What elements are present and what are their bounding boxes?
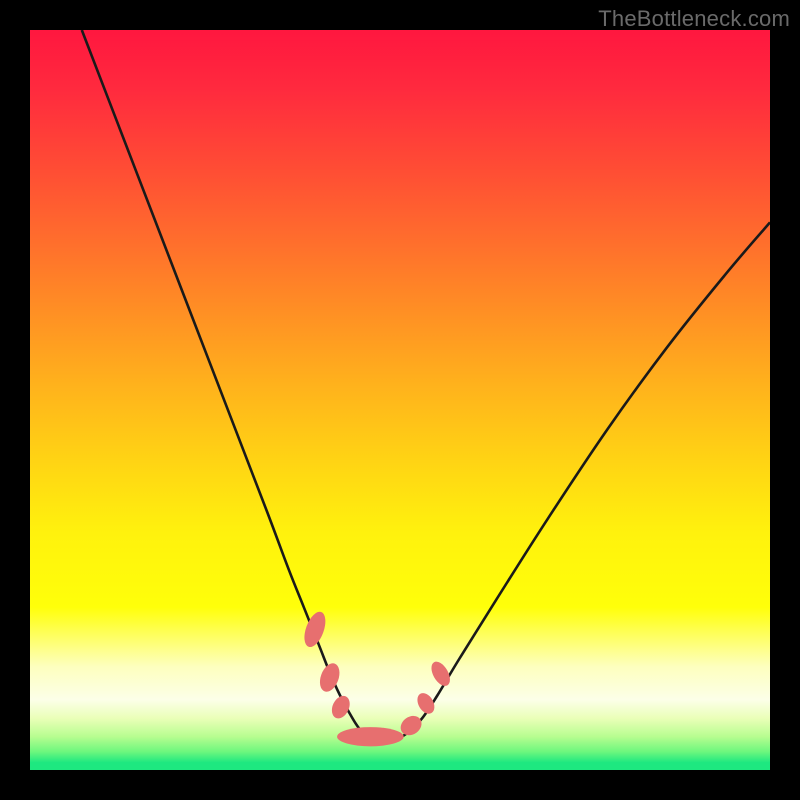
watermark-text: TheBottleneck.com <box>598 6 790 32</box>
background-gradient <box>30 30 770 770</box>
chart-frame <box>30 30 770 770</box>
